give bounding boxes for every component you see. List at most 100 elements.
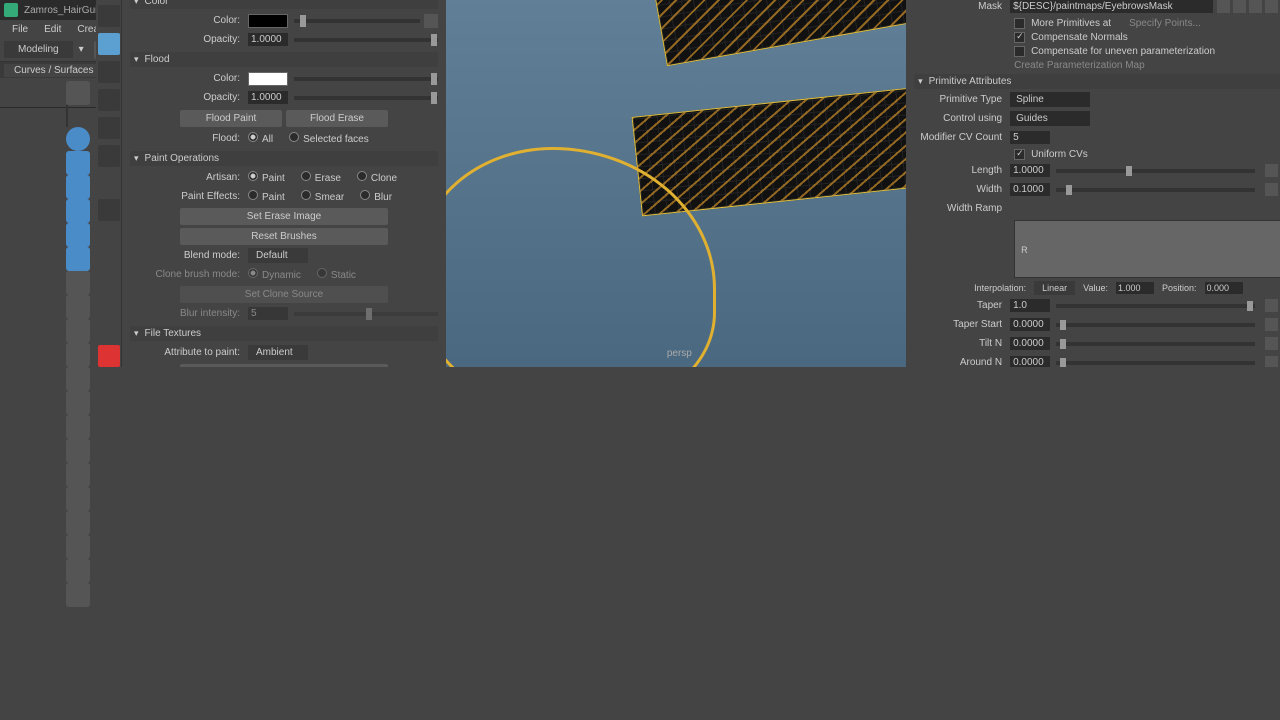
flood-selected-radio[interactable] bbox=[289, 132, 299, 142]
shelf-icon-c1[interactable] bbox=[66, 271, 90, 295]
blend-mode-dropdown[interactable]: Default bbox=[248, 248, 308, 263]
primitive-attributes-section[interactable]: Primitive Attributes bbox=[914, 74, 1280, 89]
layout-1-icon[interactable] bbox=[98, 5, 120, 27]
tilt-slider[interactable] bbox=[1056, 342, 1255, 346]
around-slider[interactable] bbox=[1056, 361, 1255, 365]
interp-dropdown[interactable]: Linear bbox=[1034, 281, 1075, 295]
control-dropdown[interactable]: Guides bbox=[1010, 111, 1090, 126]
shelf-icon-c9[interactable] bbox=[66, 463, 90, 487]
shelf-icon-c13[interactable] bbox=[66, 559, 90, 583]
tilt-expr-icon[interactable] bbox=[1265, 337, 1278, 350]
shelf-icon-c2[interactable] bbox=[66, 295, 90, 319]
shelf-icon-c3[interactable] bbox=[66, 319, 90, 343]
shelf-icon-c4[interactable] bbox=[66, 343, 90, 367]
taper-input[interactable] bbox=[1010, 299, 1050, 312]
shelf-icon-c7[interactable] bbox=[66, 415, 90, 439]
mask-paint-icon[interactable] bbox=[1217, 0, 1230, 13]
menu-edit[interactable]: Edit bbox=[36, 22, 69, 37]
width-slider[interactable] bbox=[1056, 188, 1255, 192]
flood-opacity-input[interactable] bbox=[248, 91, 288, 104]
pfx-smear-radio[interactable] bbox=[301, 190, 311, 200]
reset-brushes-button[interactable]: Reset Brushes bbox=[180, 228, 388, 245]
shelf-icon-c12[interactable] bbox=[66, 535, 90, 559]
layout-4-icon[interactable] bbox=[98, 117, 120, 139]
length-expr-icon[interactable] bbox=[1265, 164, 1278, 177]
ramp-position-input[interactable] bbox=[1205, 282, 1243, 294]
flood-opacity-slider[interactable] bbox=[294, 96, 438, 100]
pfx-blur-radio[interactable] bbox=[360, 190, 370, 200]
maya-logo-icon[interactable] bbox=[98, 345, 120, 367]
shelf-torus-icon[interactable] bbox=[66, 247, 90, 271]
shelf-icon-c6[interactable] bbox=[66, 391, 90, 415]
length-input[interactable] bbox=[1010, 164, 1050, 177]
shelf-cone-icon[interactable] bbox=[66, 199, 90, 223]
flood-section[interactable]: Flood bbox=[130, 52, 438, 67]
color-swatch[interactable] bbox=[248, 14, 288, 28]
color-slider[interactable] bbox=[294, 19, 420, 23]
paint-tool-icon[interactable] bbox=[98, 33, 120, 55]
mask-input[interactable] bbox=[1010, 0, 1213, 13]
op-paint-radio[interactable] bbox=[248, 171, 258, 181]
taper-expr-icon[interactable] bbox=[1265, 299, 1278, 312]
around-expr-icon[interactable] bbox=[1265, 356, 1278, 367]
shelf-cube-icon[interactable] bbox=[66, 151, 90, 175]
shelf-icon-c10[interactable] bbox=[66, 487, 90, 511]
shelf-icon-c8[interactable] bbox=[66, 439, 90, 463]
mask-save-icon[interactable] bbox=[1233, 0, 1246, 13]
shelf-plane-icon[interactable] bbox=[66, 223, 90, 247]
length-slider[interactable] bbox=[1056, 169, 1255, 173]
assign-edit-textures-button[interactable]: Assign/Edit Textures bbox=[180, 364, 388, 367]
comp-param-checkbox[interactable] bbox=[1014, 46, 1025, 57]
width-ramp-widget[interactable]: R T bbox=[1014, 220, 1280, 278]
width-input[interactable] bbox=[1010, 183, 1050, 196]
flood-erase-button[interactable]: Flood Erase bbox=[286, 110, 388, 127]
width-expr-icon[interactable] bbox=[1265, 183, 1278, 196]
file-textures-section[interactable]: File Textures bbox=[130, 326, 438, 341]
blur-intensity-input bbox=[248, 307, 288, 320]
shelf-icon-c5[interactable] bbox=[66, 367, 90, 391]
search-icon[interactable] bbox=[98, 199, 120, 221]
mode-dropdown[interactable]: Modeling bbox=[4, 41, 73, 58]
specify-points-link[interactable]: Specify Points... bbox=[1129, 18, 1201, 29]
attr-to-paint-dropdown[interactable]: Ambient bbox=[248, 345, 308, 360]
layout-5-icon[interactable] bbox=[98, 145, 120, 167]
taper-start-slider[interactable] bbox=[1056, 323, 1255, 327]
shelf-icon-12[interactable] bbox=[66, 81, 90, 105]
flood-color-swatch[interactable] bbox=[248, 72, 288, 86]
shelf-icon-11[interactable] bbox=[66, 81, 90, 105]
around-input[interactable] bbox=[1010, 356, 1050, 367]
op-clone-radio[interactable] bbox=[357, 171, 367, 181]
flood-all-radio[interactable] bbox=[248, 132, 258, 142]
shelf-tab-curves[interactable]: Curves / Surfaces bbox=[4, 64, 103, 77]
uniform-cvs-checkbox[interactable] bbox=[1014, 149, 1025, 160]
taper-slider[interactable] bbox=[1056, 304, 1255, 308]
ramp-value-input[interactable] bbox=[1116, 282, 1154, 294]
shelf-cylinder-icon[interactable] bbox=[66, 175, 90, 199]
color-section[interactable]: Color bbox=[130, 0, 438, 9]
shelf-icon-c11[interactable] bbox=[66, 511, 90, 535]
shelf-sphere-icon[interactable] bbox=[66, 127, 90, 151]
paint-ops-section[interactable]: Paint Operations bbox=[130, 151, 438, 166]
menu-file[interactable]: File bbox=[4, 22, 36, 37]
cv-count-input[interactable] bbox=[1010, 131, 1050, 144]
more-prim-checkbox[interactable] bbox=[1014, 18, 1025, 29]
opacity-input[interactable] bbox=[248, 33, 288, 46]
taper-start-expr-icon[interactable] bbox=[1265, 318, 1278, 331]
flood-paint-button[interactable]: Flood Paint bbox=[180, 110, 282, 127]
opacity-slider[interactable] bbox=[294, 38, 438, 42]
layout-3-icon[interactable] bbox=[98, 89, 120, 111]
taper-start-input[interactable] bbox=[1010, 318, 1050, 331]
set-erase-button[interactable]: Set Erase Image bbox=[180, 208, 388, 225]
mask-expr-icon[interactable] bbox=[1265, 0, 1278, 13]
mask-browse-icon[interactable] bbox=[1249, 0, 1262, 13]
flood-color-slider[interactable] bbox=[294, 77, 438, 81]
op-erase-radio[interactable] bbox=[301, 171, 311, 181]
color-picker-icon[interactable] bbox=[424, 14, 438, 28]
pfx-paint-radio[interactable] bbox=[248, 190, 258, 200]
shelf-icon-c14[interactable] bbox=[66, 583, 90, 607]
tilt-input[interactable] bbox=[1010, 337, 1050, 350]
comp-normals-checkbox[interactable] bbox=[1014, 32, 1025, 43]
prim-type-dropdown[interactable]: Spline bbox=[1010, 92, 1090, 107]
layout-2-icon[interactable] bbox=[98, 61, 120, 83]
viewport-3d[interactable]: 500 400 persp bbox=[446, 0, 906, 367]
